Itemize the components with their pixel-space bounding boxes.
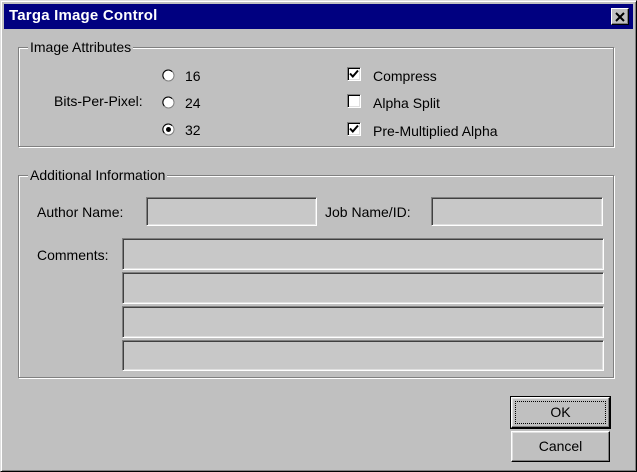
- pre-multiplied-alpha-checkbox[interactable]: [347, 122, 361, 136]
- pre-multiplied-alpha-label: Pre-Multiplied Alpha: [373, 123, 498, 139]
- ok-button[interactable]: OK: [510, 396, 611, 429]
- check-icon: [349, 124, 359, 133]
- focus-rectangle: [515, 401, 606, 424]
- comments-line-1[interactable]: [122, 238, 604, 270]
- targa-image-control-dialog: Targa Image Control Image Attributes Bit…: [0, 0, 637, 472]
- radio-32-label: 32: [185, 122, 201, 138]
- title-bar[interactable]: Targa Image Control: [4, 4, 633, 29]
- window-title: Targa Image Control: [9, 7, 158, 24]
- compress-checkbox[interactable]: [347, 67, 361, 81]
- comments-label: Comments:: [37, 247, 109, 263]
- compress-label: Compress: [373, 68, 437, 84]
- bits-per-pixel-label: Bits-Per-Pixel:: [54, 93, 143, 109]
- author-name-label: Author Name:: [37, 204, 124, 220]
- cancel-button[interactable]: Cancel: [511, 431, 610, 462]
- additional-information-label: Additional Information: [28, 166, 168, 184]
- comments-line-3[interactable]: [122, 306, 604, 338]
- close-icon: [615, 12, 625, 22]
- alpha-split-label: Alpha Split: [373, 95, 440, 111]
- radio-16[interactable]: [162, 69, 175, 82]
- radio-16-label: 16: [185, 68, 201, 84]
- comments-line-4[interactable]: [122, 340, 604, 371]
- cancel-button-label: Cancel: [538, 438, 583, 454]
- close-button[interactable]: [611, 8, 629, 25]
- radio-32[interactable]: [162, 123, 175, 136]
- comments-line-2[interactable]: [122, 272, 604, 304]
- radio-24[interactable]: [162, 96, 175, 109]
- author-name-field[interactable]: [146, 197, 317, 226]
- radio-selected-dot-icon: [166, 127, 171, 132]
- job-name-field[interactable]: [431, 197, 603, 226]
- job-name-label: Job Name/ID:: [325, 204, 411, 220]
- alpha-split-checkbox[interactable]: [347, 94, 361, 108]
- image-attributes-label: Image Attributes: [28, 38, 134, 56]
- check-icon: [349, 69, 359, 78]
- radio-24-label: 24: [185, 95, 201, 111]
